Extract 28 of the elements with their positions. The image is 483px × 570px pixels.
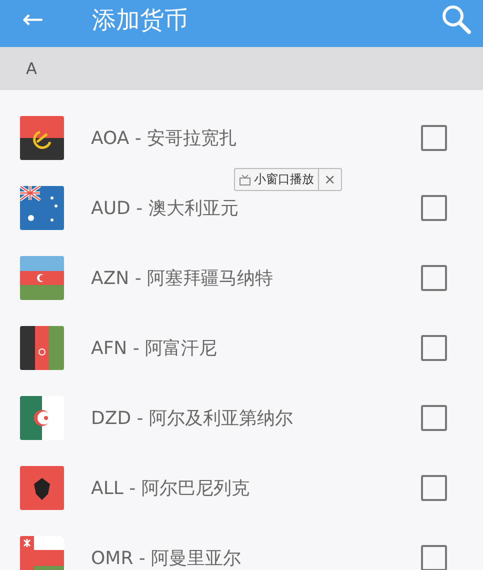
flag-icon: [20, 116, 64, 160]
close-button[interactable]: ×: [318, 169, 341, 190]
flag-icon: [20, 326, 64, 370]
currency-label: ALL - 阿尔巴尼列克: [91, 477, 250, 500]
flag-icon: [20, 536, 64, 570]
checkbox[interactable]: [421, 195, 447, 221]
flag-icon: [20, 396, 64, 440]
flag-icon: [20, 466, 64, 510]
checkbox[interactable]: [421, 125, 447, 151]
tv-icon: [239, 174, 251, 186]
currency-label: DZD - 阿尔及利亚第纳尔: [91, 407, 294, 430]
search-icon[interactable]: [441, 4, 471, 34]
checkbox[interactable]: [421, 405, 447, 431]
checkbox[interactable]: [421, 265, 447, 291]
back-button[interactable]: ←: [22, 6, 44, 32]
checkbox[interactable]: [421, 545, 447, 570]
section-letter: A: [26, 59, 37, 78]
checkbox[interactable]: [421, 475, 447, 501]
flag-icon: [20, 186, 64, 230]
mini-player-button[interactable]: 小窗口播放: [235, 169, 318, 190]
checkbox[interactable]: [421, 335, 447, 361]
currency-label: OMR - 阿曼里亚尔: [91, 547, 242, 570]
currency-label: AUD - 澳大利亚元: [91, 197, 240, 220]
currency-label: AOA - 安哥拉宽扎: [91, 127, 238, 150]
currency-label: AZN - 阿塞拜疆马纳特: [91, 267, 274, 290]
flag-icon: [20, 256, 64, 300]
currency-label: AFN - 阿富汗尼: [91, 337, 218, 360]
page-title: 添加货币: [92, 4, 189, 36]
